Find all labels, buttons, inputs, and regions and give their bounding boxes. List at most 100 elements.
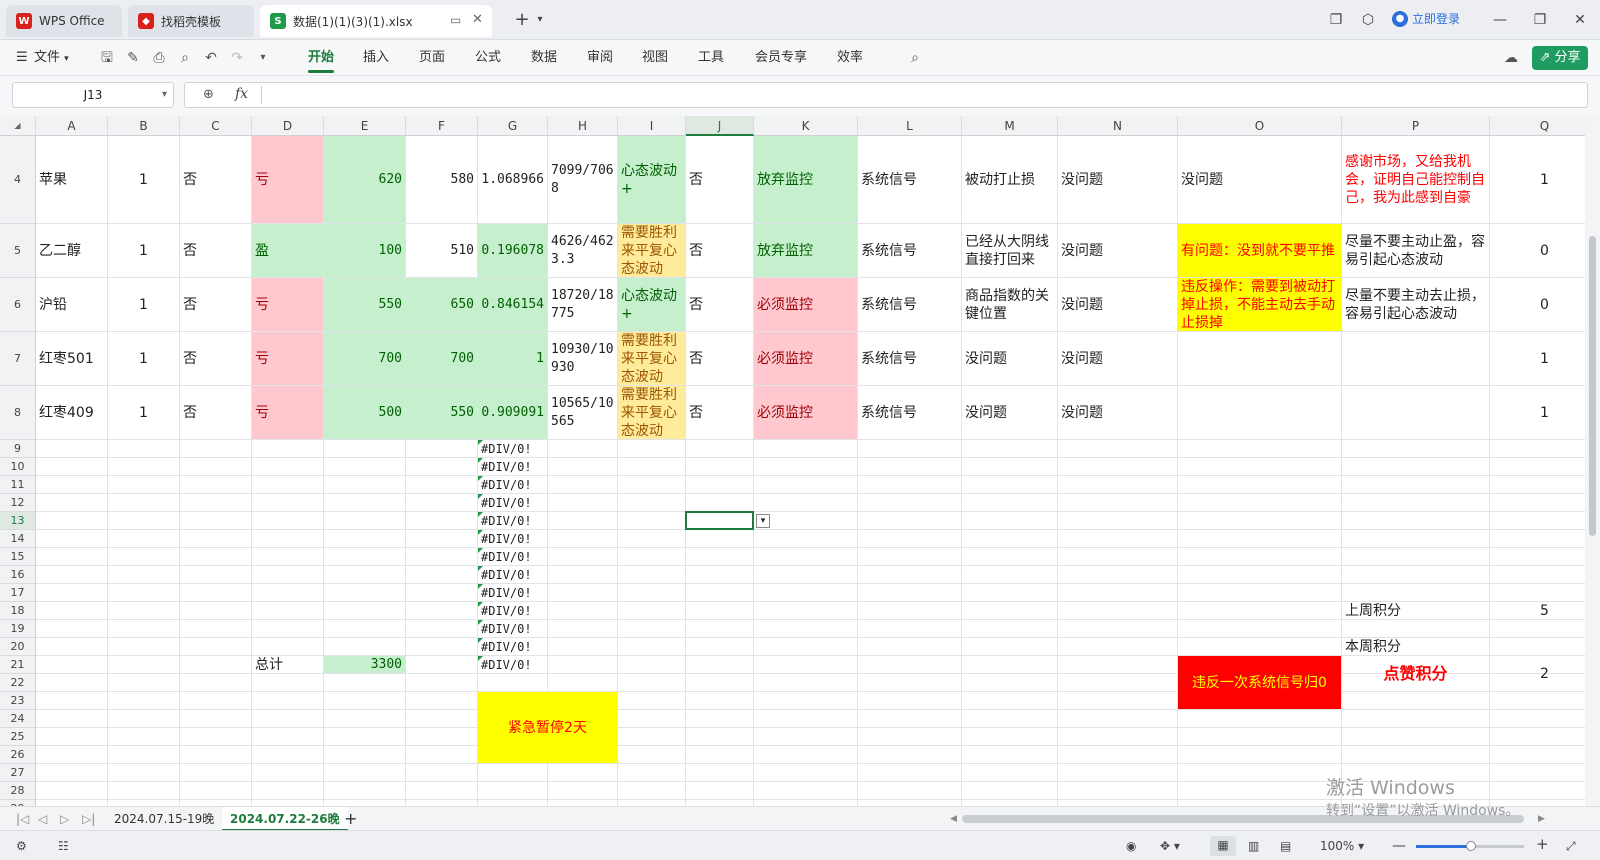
cell-empty[interactable] bbox=[324, 782, 406, 800]
cell-empty[interactable] bbox=[618, 476, 686, 494]
cell-empty[interactable] bbox=[1342, 476, 1490, 494]
cell-q5[interactable]: 0 bbox=[1490, 224, 1585, 278]
cell-empty[interactable] bbox=[858, 530, 962, 548]
cell-e5[interactable]: 100 bbox=[324, 224, 406, 278]
cell-o8[interactable] bbox=[1178, 386, 1342, 440]
cell-j8[interactable]: 否 bbox=[686, 386, 754, 440]
format-painter-icon[interactable]: ✎ bbox=[124, 49, 142, 67]
cell-empty[interactable] bbox=[1342, 620, 1490, 638]
share-button[interactable]: ⇗ 分享 bbox=[1532, 46, 1588, 70]
cell-empty[interactable] bbox=[1490, 440, 1585, 458]
column-header-m[interactable]: M bbox=[962, 116, 1058, 136]
cell-empty[interactable] bbox=[754, 620, 858, 638]
cell-l5[interactable]: 系统信号 bbox=[858, 224, 962, 278]
cell-empty[interactable] bbox=[548, 602, 618, 620]
cell-empty[interactable] bbox=[618, 620, 686, 638]
cell-empty[interactable] bbox=[618, 494, 686, 512]
tab-insert[interactable]: 插入 bbox=[363, 48, 389, 68]
cell-empty[interactable] bbox=[686, 602, 754, 620]
macro-icon[interactable]: ⚙ bbox=[16, 837, 27, 855]
cell-i7[interactable]: 需要胜利来平复心态波动 bbox=[618, 332, 686, 386]
cell-empty[interactable] bbox=[858, 656, 962, 674]
cell-empty[interactable] bbox=[180, 638, 252, 656]
cell-b6[interactable]: 1 bbox=[108, 278, 180, 332]
cell-empty[interactable] bbox=[686, 530, 754, 548]
cell-empty[interactable] bbox=[180, 494, 252, 512]
cell-empty[interactable] bbox=[252, 458, 324, 476]
cell-f5[interactable]: 510 bbox=[406, 224, 478, 278]
cell-empty[interactable] bbox=[324, 764, 406, 782]
cell-i4[interactable]: 心态波动+ bbox=[618, 136, 686, 224]
cell-empty[interactable] bbox=[686, 674, 754, 692]
cell-empty[interactable] bbox=[1178, 512, 1342, 530]
cell-empty[interactable] bbox=[252, 476, 324, 494]
cell-empty[interactable] bbox=[618, 710, 686, 728]
scroll-right-icon[interactable]: ▶ bbox=[1530, 807, 1553, 831]
row-header-25[interactable]: 25 bbox=[0, 728, 36, 746]
cell-empty[interactable] bbox=[406, 710, 478, 728]
cell-g8[interactable]: 0.909091 bbox=[478, 386, 548, 440]
cell-empty[interactable] bbox=[962, 494, 1058, 512]
column-header-k[interactable]: K bbox=[754, 116, 858, 136]
cell-empty[interactable] bbox=[548, 440, 618, 458]
cell-empty[interactable] bbox=[1490, 746, 1585, 764]
cell-empty[interactable] bbox=[406, 458, 478, 476]
normal-view-icon[interactable]: ▦ bbox=[1210, 836, 1236, 856]
cell-empty[interactable] bbox=[108, 458, 180, 476]
cell-empty[interactable] bbox=[108, 530, 180, 548]
cell-a5[interactable]: 乙二醇 bbox=[36, 224, 108, 278]
cell-empty[interactable] bbox=[1342, 710, 1490, 728]
cell-empty[interactable] bbox=[1058, 476, 1178, 494]
scroll-thumb[interactable] bbox=[1589, 236, 1596, 536]
name-box[interactable]: J13 ▾ bbox=[12, 82, 174, 108]
cell-empty[interactable] bbox=[1342, 566, 1490, 584]
cell-empty[interactable] bbox=[618, 440, 686, 458]
row-header-6[interactable]: 6 bbox=[0, 278, 36, 332]
cell-empty[interactable] bbox=[618, 602, 686, 620]
total-value[interactable]: 3300 bbox=[324, 656, 406, 674]
cell-empty[interactable] bbox=[1178, 548, 1342, 566]
sheet-list-icon[interactable]: ☷ bbox=[58, 837, 69, 855]
cell-empty[interactable] bbox=[180, 764, 252, 782]
cell-empty[interactable] bbox=[962, 692, 1058, 710]
selected-cell-j13[interactable] bbox=[685, 511, 754, 530]
cell-empty[interactable] bbox=[858, 602, 962, 620]
cell-empty[interactable] bbox=[252, 620, 324, 638]
cell-empty[interactable] bbox=[686, 746, 754, 764]
cell-empty[interactable] bbox=[962, 620, 1058, 638]
cell-empty[interactable] bbox=[962, 512, 1058, 530]
chevron-down-icon[interactable]: ▾ bbox=[530, 10, 550, 30]
row-header-19[interactable]: 19 bbox=[0, 620, 36, 638]
column-header-f[interactable]: F bbox=[406, 116, 478, 136]
cell-empty[interactable] bbox=[406, 566, 478, 584]
cell-empty[interactable] bbox=[858, 494, 962, 512]
cell-empty[interactable] bbox=[1058, 746, 1178, 764]
cell-empty[interactable] bbox=[754, 440, 858, 458]
cell-empty[interactable] bbox=[962, 638, 1058, 656]
cell-empty[interactable] bbox=[252, 764, 324, 782]
print-preview-icon[interactable]: ⌕ bbox=[176, 49, 194, 67]
cell-f8[interactable]: 550 bbox=[406, 386, 478, 440]
cell-empty[interactable] bbox=[686, 548, 754, 566]
column-header-d[interactable]: D bbox=[252, 116, 324, 136]
cell-empty[interactable] bbox=[1058, 440, 1178, 458]
column-header-g[interactable]: G bbox=[478, 116, 548, 136]
cell-empty[interactable] bbox=[36, 494, 108, 512]
cell-empty[interactable] bbox=[858, 638, 962, 656]
cell-empty[interactable] bbox=[180, 656, 252, 674]
cell-empty[interactable] bbox=[548, 530, 618, 548]
cell-empty[interactable] bbox=[754, 458, 858, 476]
cell-dropdown-button[interactable]: ▾ bbox=[756, 514, 770, 528]
cell-empty[interactable] bbox=[858, 584, 962, 602]
cell-empty[interactable] bbox=[858, 710, 962, 728]
cell-empty[interactable] bbox=[406, 548, 478, 566]
cell-empty[interactable] bbox=[618, 656, 686, 674]
cell-empty[interactable] bbox=[180, 458, 252, 476]
cell-empty[interactable] bbox=[252, 638, 324, 656]
cell-empty[interactable] bbox=[858, 746, 962, 764]
cell-empty[interactable] bbox=[962, 458, 1058, 476]
column-header-q[interactable]: Q bbox=[1490, 116, 1585, 136]
cell-empty[interactable] bbox=[108, 710, 180, 728]
tab-data[interactable]: 数据 bbox=[531, 48, 557, 68]
cell-empty[interactable] bbox=[406, 602, 478, 620]
